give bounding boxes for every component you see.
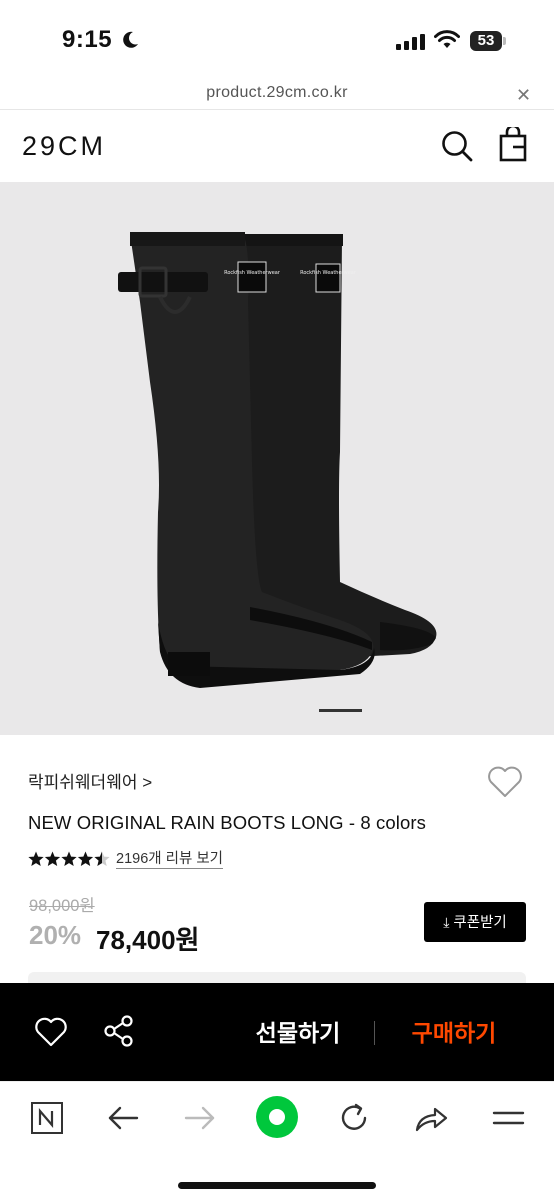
status-bar: 9:15 53 <box>0 0 554 80</box>
star-icon <box>44 851 61 866</box>
sale-price: 78,400원 <box>96 925 200 955</box>
search-icon[interactable] <box>440 129 474 163</box>
star-icon <box>61 851 77 866</box>
heart-icon[interactable] <box>486 764 524 800</box>
brand-link[interactable]: 락피쉬웨더웨어 > <box>28 768 152 793</box>
url-text[interactable]: product.29cm.co.kr <box>0 84 554 102</box>
boot-label-back: Rockfish Weatherwear <box>300 270 357 276</box>
status-time: 9:15 <box>62 26 113 53</box>
coupon-button[interactable]: ⤓ 쿠폰받기 <box>424 902 526 942</box>
signal-icon <box>396 34 425 50</box>
star-icon <box>28 851 44 866</box>
star-rating <box>28 851 110 866</box>
green-dot-icon[interactable] <box>254 1094 300 1140</box>
refresh-icon[interactable] <box>332 1098 376 1138</box>
rain-boots-image: Rockfish Weatherwear Rockfish Weatherwea… <box>118 232 437 688</box>
menu-icon[interactable] <box>486 1098 530 1138</box>
home-indicator <box>178 1182 376 1189</box>
heart-icon[interactable] <box>34 1016 68 1048</box>
download-icon: ⤓ <box>443 914 450 930</box>
forward-arrow-icon[interactable] <box>178 1098 222 1138</box>
coupon-button-label: 쿠폰받기 <box>453 915 507 931</box>
original-price: 98,000원 <box>29 897 95 915</box>
gift-button[interactable]: 선물하기 <box>240 1013 356 1053</box>
boot-label-front: Rockfish Weatherwear <box>224 270 281 276</box>
site-logo[interactable]: 29CM <box>22 131 106 162</box>
moon-icon <box>123 31 138 48</box>
back-arrow-icon[interactable] <box>101 1098 145 1138</box>
share-arrow-icon[interactable] <box>409 1098 453 1138</box>
close-icon[interactable]: ✕ <box>516 85 531 106</box>
divider <box>374 1021 375 1045</box>
battery-level: 53 <box>477 32 495 49</box>
share-icon[interactable] <box>102 1014 136 1048</box>
shopping-bag-icon[interactable] <box>498 127 530 163</box>
star-icon <box>77 851 94 866</box>
wifi-icon <box>434 30 460 48</box>
purchase-action-bar: 선물하기 구매하기 <box>0 983 554 1081</box>
review-link[interactable]: 2196개 리뷰 보기 <box>116 851 224 869</box>
star-icon <box>94 851 110 866</box>
product-name: NEW ORIGINAL RAIN BOOTS LONG - 8 colors <box>28 812 426 833</box>
browser-toolbar <box>0 1081 554 1200</box>
url-bar[interactable]: product.29cm.co.kr ✕ <box>0 80 554 110</box>
site-header: 29CM <box>0 111 554 182</box>
battery-icon: 53 <box>470 31 506 51</box>
image-carousel-indicator[interactable] <box>319 709 362 712</box>
naver-icon[interactable] <box>24 1098 68 1138</box>
product-image[interactable]: Rockfish Weatherwear Rockfish Weatherwea… <box>0 182 554 735</box>
discount-rate: 20% <box>29 920 82 950</box>
buy-button[interactable]: 구매하기 <box>396 1013 512 1053</box>
